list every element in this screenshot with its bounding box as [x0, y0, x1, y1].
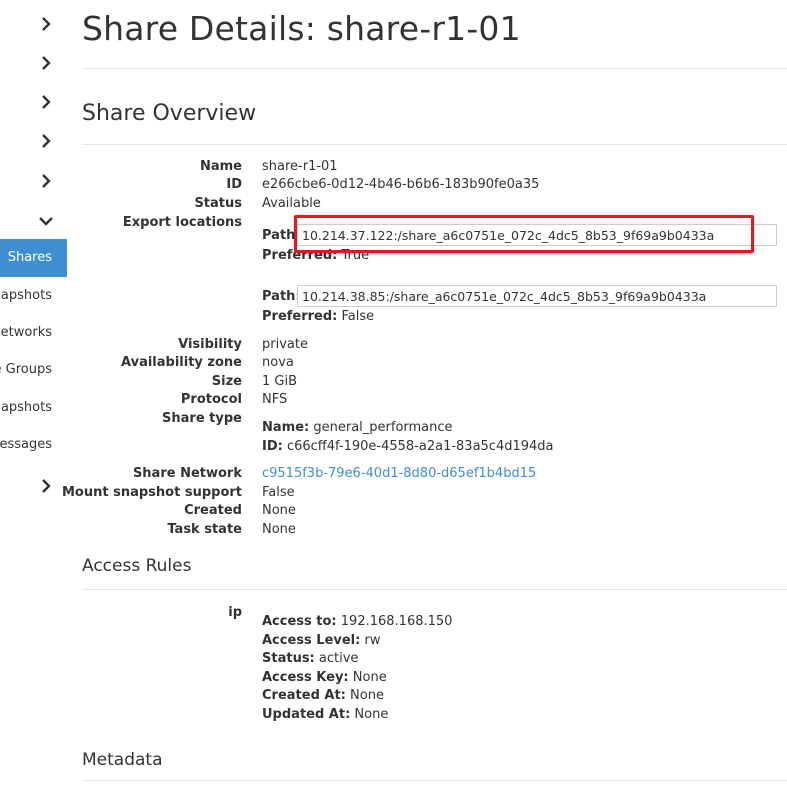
export-locations-label: Export locations — [122, 215, 242, 230]
preferred-value: False — [341, 309, 375, 324]
share-network-value: c9515f3b-79e6-40d1-8d80-d65ef1b4bd15 — [262, 466, 536, 481]
task-state-label: Task state — [167, 522, 242, 537]
preferred-row: Preferred: True — [262, 248, 369, 263]
share-network-label: Share Network — [132, 466, 242, 481]
divider — [82, 68, 787, 69]
task-state-value: None — [262, 522, 296, 537]
availability-zone-label: Availability zone — [121, 355, 242, 370]
sidebar-item-share-networks[interactable]: Share Networks — [0, 322, 67, 344]
divider — [82, 144, 787, 145]
access-level-value: rw — [364, 633, 381, 648]
chevron-right-icon[interactable] — [37, 93, 55, 111]
access-to-label: Access to: — [262, 614, 337, 629]
page-title: Share Details: share-r1-01 — [82, 9, 521, 48]
name-value: share-r1-01 — [262, 159, 338, 174]
chevron-right-icon[interactable] — [37, 54, 55, 72]
access-created-row: Created At: None — [262, 688, 384, 703]
preferred-label: Preferred: — [262, 248, 338, 263]
divider — [82, 780, 787, 781]
sidebar-item-shares[interactable]: Shares — [0, 239, 67, 277]
access-rules-heading: Access Rules — [82, 556, 192, 576]
metadata-heading: Metadata — [82, 750, 163, 770]
share-type-name-value: general_performance — [313, 420, 453, 435]
access-level-label: Access Level: — [262, 633, 361, 648]
status-value: Available — [262, 196, 321, 211]
sidebar-nav: Shares Share Snapshots Share Networks Sh… — [0, 0, 67, 791]
share-type-name-label: Name: — [262, 420, 310, 435]
chevron-right-icon[interactable] — [37, 132, 55, 150]
share-network-link[interactable]: c9515f3b-79e6-40d1-8d80-d65ef1b4bd15 — [262, 466, 536, 481]
chevron-right-icon[interactable] — [37, 172, 55, 190]
size-value: 1 GiB — [262, 374, 298, 389]
size-label: Size — [211, 374, 242, 389]
path-label: Path: — [262, 289, 301, 304]
access-to-row: Access to: 192.168.168.150 — [262, 614, 452, 629]
chevron-right-icon[interactable] — [37, 477, 55, 495]
share-type-id-label: ID: — [262, 439, 283, 454]
id-value: e266cbe6-0d12-4b46-b6b6-183b90fe0a35 — [262, 177, 540, 192]
export-path-input[interactable] — [297, 285, 777, 307]
availability-zone-value: nova — [262, 355, 294, 370]
access-key-row: Access Key: None — [262, 670, 387, 685]
path-label: Path: — [262, 228, 301, 243]
share-type-id-value: c66cff4f-190e-4558-a2a1-83a5c4d194da — [286, 439, 554, 454]
access-key-value: None — [352, 670, 387, 685]
created-label: Created — [184, 503, 242, 518]
name-label: Name — [199, 159, 242, 174]
id-label: ID — [226, 177, 242, 192]
preferred-row: Preferred: False — [262, 309, 374, 324]
created-value: None — [262, 503, 296, 518]
access-updated-value: None — [354, 707, 389, 722]
export-path-input[interactable] — [297, 224, 777, 246]
chevron-right-icon[interactable] — [37, 15, 55, 33]
status-label: Status — [194, 196, 242, 211]
access-status-value: active — [318, 651, 359, 666]
chevron-down-icon[interactable] — [37, 212, 55, 230]
mount-snapshot-support-label: Mount snapshot support — [61, 485, 242, 500]
access-updated-row: Updated At: None — [262, 707, 388, 722]
sidebar-item-share-groups[interactable]: Share Groups — [0, 359, 67, 381]
preferred-value: True — [341, 248, 370, 263]
sidebar-item-share-group-snapshots[interactable]: Share Group Snapshots — [0, 397, 67, 419]
sidebar-item-share-snapshots[interactable]: Share Snapshots — [0, 285, 67, 307]
preferred-label: Preferred: — [262, 309, 338, 324]
share-overview-heading: Share Overview — [82, 101, 257, 126]
access-updated-label: Updated At: — [262, 707, 351, 722]
mount-snapshot-support-value: False — [262, 485, 295, 500]
divider — [82, 589, 787, 590]
access-created-value: None — [350, 688, 384, 703]
access-status-label: Status: — [262, 651, 315, 666]
share-type-name-row: Name: general_performance — [262, 420, 453, 435]
visibility-label: Visibility — [178, 337, 242, 352]
protocol-label: Protocol — [180, 392, 242, 407]
share-type-label: Share type — [162, 411, 242, 426]
access-key-label: Access Key: — [262, 670, 349, 685]
access-created-label: Created At: — [262, 688, 346, 703]
visibility-value: private — [262, 337, 308, 352]
share-type-id-row: ID: c66cff4f-190e-4558-a2a1-83a5c4d194da — [262, 439, 554, 454]
access-level-row: Access Level: rw — [262, 633, 380, 648]
access-type-label: ip — [228, 605, 242, 620]
protocol-value: NFS — [262, 392, 288, 407]
access-to-value: 192.168.168.150 — [340, 614, 453, 629]
access-status-row: Status: active — [262, 651, 358, 666]
sidebar-item-user-messages[interactable]: User Messages — [0, 434, 67, 456]
